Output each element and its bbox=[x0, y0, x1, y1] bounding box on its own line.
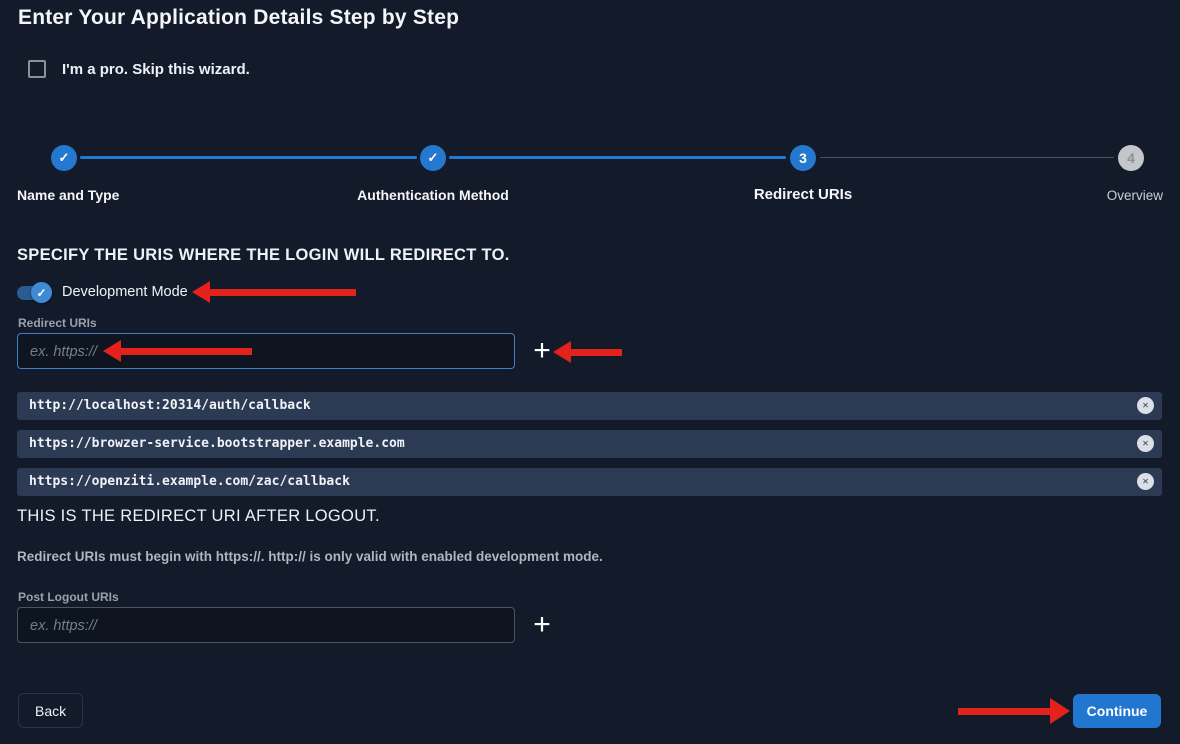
arrow-left-icon bbox=[103, 340, 121, 362]
step-connector-1 bbox=[80, 156, 417, 159]
remove-uri-button[interactable]: ✕ bbox=[1137, 473, 1154, 490]
check-icon: ✓ bbox=[59, 150, 70, 166]
close-icon: ✕ bbox=[1142, 477, 1148, 487]
annotation-arrow-continue bbox=[958, 698, 1070, 724]
page-title: Enter Your Application Details Step by S… bbox=[18, 6, 459, 30]
redirect-section-heading: SPECIFY THE URIS WHERE THE LOGIN WILL RE… bbox=[17, 246, 510, 265]
remove-uri-button[interactable]: ✕ bbox=[1137, 435, 1154, 452]
step-4-indicator: 4 bbox=[1118, 145, 1144, 171]
development-mode-toggle[interactable]: ✓ bbox=[17, 282, 53, 303]
step-connector-3 bbox=[820, 157, 1114, 158]
continue-button[interactable]: Continue bbox=[1073, 694, 1161, 728]
remove-uri-button[interactable]: ✕ bbox=[1137, 397, 1154, 414]
close-icon: ✕ bbox=[1142, 401, 1148, 411]
redirect-uri-value: https://openziti.example.com/zac/callbac… bbox=[29, 474, 350, 489]
step-1-indicator[interactable]: ✓ bbox=[51, 145, 77, 171]
arrow-left-icon bbox=[553, 341, 571, 363]
toggle-thumb-check-icon: ✓ bbox=[31, 282, 52, 303]
step-connector-2 bbox=[449, 156, 786, 159]
step-2-label: Authentication Method bbox=[283, 187, 583, 203]
arrow-left-icon bbox=[192, 281, 210, 303]
step-4-number: 4 bbox=[1127, 150, 1135, 166]
step-4-label: Overview bbox=[1013, 188, 1163, 203]
skip-wizard-row[interactable]: I'm a pro. Skip this wizard. bbox=[28, 60, 250, 78]
annotation-arrow-redirect-input bbox=[103, 340, 252, 362]
redirect-uri-note: Redirect URIs must begin with https://. … bbox=[17, 549, 603, 564]
add-post-logout-uri-button[interactable]: + bbox=[529, 607, 555, 643]
step-1-label: Name and Type bbox=[17, 187, 119, 203]
skip-wizard-label: I'm a pro. Skip this wizard. bbox=[62, 61, 250, 78]
step-3-label: Redirect URIs bbox=[653, 186, 953, 203]
back-button[interactable]: Back bbox=[18, 693, 83, 728]
development-mode-label: Development Mode bbox=[62, 284, 188, 300]
step-3-indicator[interactable]: 3 bbox=[790, 145, 816, 171]
annotation-arrow-add-button bbox=[553, 341, 622, 363]
redirect-uri-row: http://localhost:20314/auth/callback ✕ bbox=[17, 392, 1162, 420]
step-2-indicator[interactable]: ✓ bbox=[420, 145, 446, 171]
arrow-right-icon bbox=[1050, 698, 1070, 724]
skip-wizard-checkbox[interactable] bbox=[28, 60, 46, 78]
post-logout-uri-input[interactable] bbox=[17, 607, 515, 643]
wizard-page: Enter Your Application Details Step by S… bbox=[0, 0, 1180, 744]
close-icon: ✕ bbox=[1142, 439, 1148, 449]
annotation-arrow-dev-mode bbox=[192, 281, 356, 303]
redirect-uris-field-label: Redirect URIs bbox=[18, 316, 97, 330]
redirect-uri-row: https://openziti.example.com/zac/callbac… bbox=[17, 468, 1162, 496]
add-redirect-uri-button[interactable]: + bbox=[529, 333, 555, 369]
step-3-number: 3 bbox=[799, 150, 807, 166]
post-logout-section-heading: THIS IS THE REDIRECT URI AFTER LOGOUT. bbox=[17, 507, 380, 526]
post-logout-field-label: Post Logout URIs bbox=[18, 590, 119, 604]
check-icon: ✓ bbox=[428, 150, 439, 166]
redirect-uri-value: https://browzer-service.bootstrapper.exa… bbox=[29, 436, 405, 451]
redirect-uri-row: https://browzer-service.bootstrapper.exa… bbox=[17, 430, 1162, 458]
redirect-uri-input[interactable] bbox=[17, 333, 515, 369]
redirect-uri-value: http://localhost:20314/auth/callback bbox=[29, 398, 311, 413]
